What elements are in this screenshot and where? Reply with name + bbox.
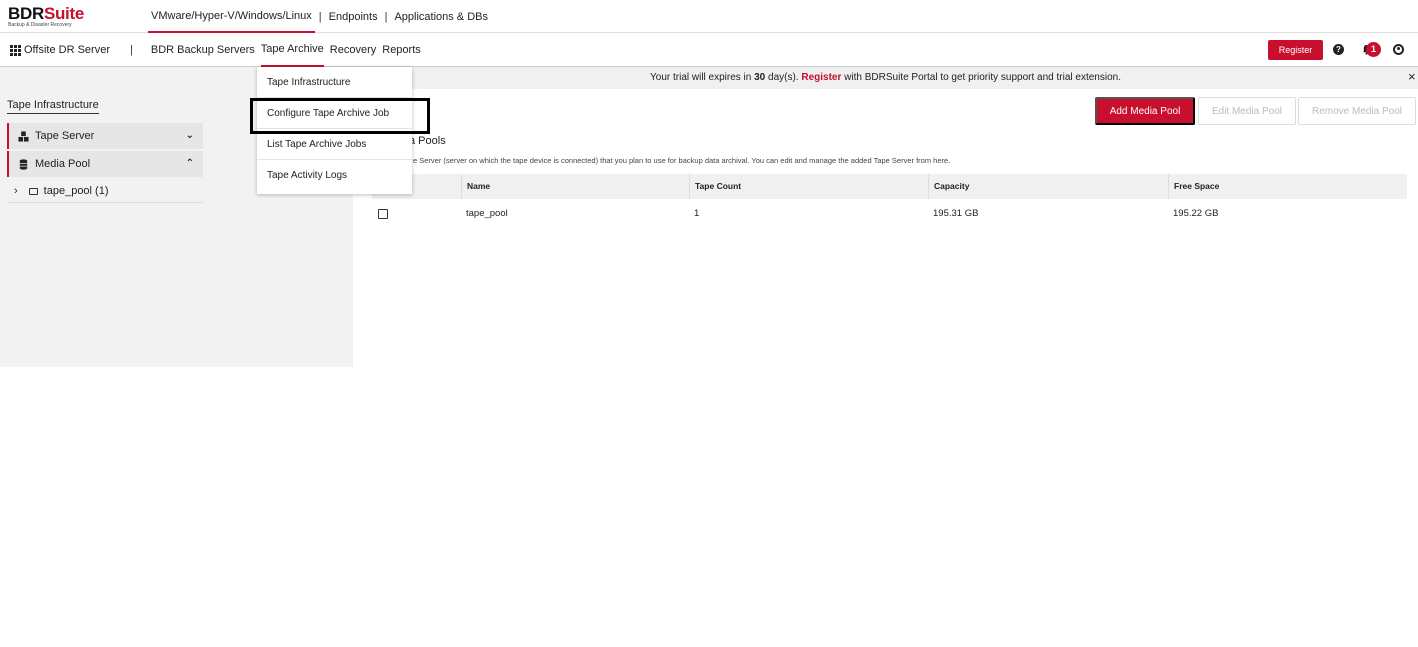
- offsite-dr-server-menu[interactable]: Offsite DR Server: [10, 33, 110, 67]
- remove-media-pool-button[interactable]: Remove Media Pool: [1298, 97, 1416, 125]
- tree-item-label: Media Pool: [35, 158, 91, 170]
- nav-reports[interactable]: Reports: [382, 33, 421, 67]
- nav-separator: |: [130, 44, 133, 56]
- trial-days: 30: [754, 72, 766, 83]
- tree-item-tape-pool[interactable]: › tape_pool (1): [7, 180, 203, 203]
- chevron-right-icon[interactable]: ›: [14, 185, 18, 197]
- menu-item-tape-activity-logs[interactable]: Tape Activity Logs: [257, 160, 412, 191]
- close-icon[interactable]: ×: [1408, 70, 1416, 84]
- chevron-up-icon[interactable]: ⌃: [186, 158, 194, 169]
- trial-register-link[interactable]: Register: [801, 72, 841, 83]
- tree-item-tape-server[interactable]: Tape Server ⌄: [7, 123, 203, 149]
- nav-applications-dbs[interactable]: Applications & DBs: [391, 0, 491, 33]
- row-checkbox[interactable]: [378, 209, 388, 219]
- tape-icon: [28, 187, 38, 195]
- nav-recovery[interactable]: Recovery: [330, 33, 376, 67]
- trial-text-suffix: with BDRSuite Portal to get priority sup…: [841, 72, 1121, 83]
- user-icon[interactable]: [1393, 44, 1404, 55]
- database-icon: [19, 158, 28, 170]
- register-button[interactable]: Register: [1268, 40, 1323, 60]
- server-nav: Offsite DR Server | BDR Backup Servers T…: [10, 33, 427, 67]
- menu-item-configure-tape-archive-job[interactable]: Configure Tape Archive Job: [257, 98, 412, 129]
- add-media-pool-button[interactable]: Add Media Pool: [1095, 97, 1195, 125]
- nav-tape-archive[interactable]: Tape Archive: [260, 33, 324, 67]
- sub-bar: Offsite DR Server | BDR Backup Servers T…: [0, 33, 1418, 67]
- cell-free-space: 195.22 GB: [1173, 208, 1219, 219]
- tape-archive-dropdown: Tape Infrastructure Configure Tape Archi…: [257, 67, 412, 194]
- tree-item-label: Tape Server: [35, 130, 95, 142]
- menu-item-list-tape-archive-jobs[interactable]: List Tape Archive Jobs: [257, 129, 412, 160]
- bdrsuite-logo[interactable]: BDRSuite Backup & Disaster Recovery: [8, 5, 84, 28]
- panel-title: Tape Infrastructure: [7, 99, 99, 114]
- trial-banner: Your trial will expires in 30 day(s). Re…: [353, 67, 1418, 89]
- table-header-tape-count[interactable]: Tape Count: [689, 174, 928, 199]
- trial-text-unit: day(s).: [765, 72, 802, 83]
- tree-item-label: tape_pool (1): [43, 185, 109, 197]
- table-row[interactable]: tape_pool 1 195.31 GB 195.22 GB: [372, 200, 1407, 228]
- menu-item-tape-infrastructure[interactable]: Tape Infrastructure: [257, 67, 412, 98]
- cubes-icon: [18, 130, 29, 142]
- table-header-name[interactable]: Name: [461, 174, 689, 199]
- nav-bdr-backup-servers[interactable]: BDR Backup Servers: [151, 33, 255, 67]
- table-header: Name Tape Count Capacity Free Space: [372, 174, 1407, 199]
- product-nav: VMware/Hyper-V/Windows/Linux | Endpoints…: [148, 0, 491, 33]
- nav-separator: |: [384, 10, 388, 23]
- nav-separator: |: [318, 10, 322, 23]
- nav-vmware-hyperv-windows-linux[interactable]: VMware/Hyper-V/Windows/Linux: [148, 0, 315, 33]
- section-title: a Pools: [409, 135, 446, 147]
- top-bar: BDRSuite Backup & Disaster Recovery VMwa…: [0, 0, 1418, 33]
- cell-tape-count: 1: [694, 208, 700, 219]
- notification-badge[interactable]: 1: [1366, 42, 1381, 57]
- chevron-down-icon[interactable]: ⌄: [186, 130, 194, 141]
- offsite-dr-server-label: Offsite DR Server: [24, 44, 110, 56]
- grid-icon: [10, 44, 21, 56]
- logo-text-suite: Suite: [43, 4, 84, 23]
- help-icon[interactable]: ?: [1333, 44, 1344, 55]
- cell-name: tape_pool: [466, 208, 508, 219]
- cell-capacity: 195.31 GB: [933, 208, 979, 219]
- nav-endpoints[interactable]: Endpoints: [326, 0, 381, 33]
- table-header-free-space[interactable]: Free Space: [1168, 174, 1407, 199]
- edit-media-pool-button[interactable]: Edit Media Pool: [1198, 97, 1296, 125]
- trial-text-prefix: Your trial will expires in: [650, 72, 755, 83]
- logo-text: BDR: [8, 4, 44, 23]
- table-header-capacity[interactable]: Capacity: [928, 174, 1168, 199]
- section-description: e Server (server on which the tape devic…: [413, 156, 951, 165]
- tree-item-media-pool[interactable]: Media Pool ⌃: [7, 151, 203, 177]
